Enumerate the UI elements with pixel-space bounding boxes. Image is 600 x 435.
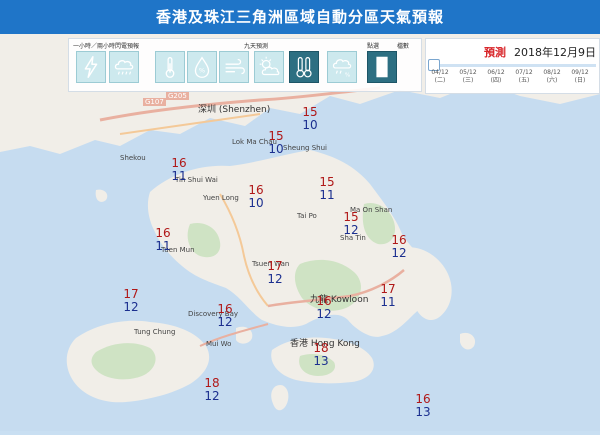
min-temp: 12 bbox=[391, 246, 407, 260]
temp-marker[interactable]: 16 13 bbox=[411, 393, 435, 419]
min-temp: 10 bbox=[268, 142, 284, 156]
date-tick[interactable]: 08/12 (六) bbox=[538, 69, 566, 85]
sun-cloud-icon bbox=[259, 56, 280, 76]
date-tick[interactable]: 05/12 (三) bbox=[454, 69, 482, 85]
place-label-yuen-long: Yuen Long bbox=[203, 194, 239, 202]
temp-marker[interactable]: 15 10 bbox=[298, 106, 322, 132]
min-temp: 11 bbox=[171, 169, 187, 183]
temp-marker[interactable]: 18 12 bbox=[200, 377, 224, 403]
date-slider-track[interactable] bbox=[430, 64, 596, 67]
humidity-icon: % bbox=[194, 56, 210, 78]
date-tick[interactable]: 09/12 (日) bbox=[566, 69, 594, 85]
min-temp: 13 bbox=[415, 405, 431, 419]
temp-marker[interactable]: 15 10 bbox=[264, 130, 288, 156]
thermometer-icon bbox=[165, 57, 175, 78]
place-label-mui-wo: Mui Wo bbox=[206, 340, 232, 348]
rain-probability-icon: % bbox=[332, 59, 352, 78]
rain-probability-button[interactable]: % bbox=[327, 51, 357, 83]
place-label-sheung-shui: Sheung Shui bbox=[283, 144, 327, 152]
date-tick[interactable]: 07/12 (五) bbox=[510, 69, 538, 85]
min-temp: 12 bbox=[123, 300, 139, 314]
min-temp: 12 bbox=[204, 389, 220, 403]
min-temp: 12 bbox=[217, 315, 233, 329]
temperature-button[interactable] bbox=[155, 51, 185, 83]
temp-marker[interactable]: 16 11 bbox=[151, 227, 175, 253]
wind-button[interactable] bbox=[219, 51, 249, 83]
toolbar-group-label-lightning: 一小時／兩小時閃電預報 bbox=[73, 43, 140, 50]
select-panel-button[interactable] bbox=[367, 51, 397, 83]
min-temp: 11 bbox=[155, 239, 171, 253]
svg-text:%: % bbox=[345, 72, 350, 78]
min-temp: 12 bbox=[316, 307, 332, 321]
white-panel-icon bbox=[376, 56, 388, 78]
place-label-tai-po: Tai Po bbox=[297, 212, 317, 220]
forecast-date: 2018年12月9日 bbox=[514, 46, 596, 59]
temp-marker[interactable]: 18 13 bbox=[309, 342, 333, 368]
forecast-label: 預測 bbox=[484, 46, 506, 59]
svg-text:%: % bbox=[199, 67, 205, 75]
toolbar-group-label-select: 點選 bbox=[367, 43, 380, 50]
temp-marker[interactable]: 15 11 bbox=[315, 176, 339, 202]
temp-marker[interactable]: 16 10 bbox=[244, 184, 268, 210]
temp-marker[interactable]: 16 12 bbox=[312, 295, 336, 321]
temp-marker[interactable]: 17 11 bbox=[376, 283, 400, 309]
date-tick[interactable]: 06/12 (四) bbox=[482, 69, 510, 85]
forecast-toolbar: 一小時／兩小時閃電預報 九天預測 點選 檔數 % % bbox=[68, 38, 422, 92]
temp-marker[interactable]: 15 12 bbox=[339, 211, 363, 237]
weather-button[interactable] bbox=[254, 51, 284, 83]
place-label-tung-chung: Tung Chung bbox=[134, 328, 176, 336]
page-title: 香港及珠江三角洲區域自動分區天氣預報 bbox=[0, 0, 600, 34]
min-temp: 11 bbox=[380, 295, 396, 309]
rain-cloud-icon bbox=[114, 60, 134, 75]
temp-marker[interactable]: 17 12 bbox=[119, 288, 143, 314]
wind-icon bbox=[225, 58, 245, 75]
toolbar-group-label-nine-day: 九天預測 bbox=[244, 43, 269, 50]
temperature-range-button[interactable] bbox=[289, 51, 319, 83]
temp-marker[interactable]: 16 12 bbox=[213, 303, 237, 329]
min-temp: 10 bbox=[302, 118, 318, 132]
place-label-shenzhen: 深圳 (Shenzhen) bbox=[198, 105, 271, 115]
min-temp: 12 bbox=[267, 272, 283, 286]
lightning-button[interactable] bbox=[76, 51, 106, 83]
road-label-g205: G205 bbox=[166, 92, 189, 100]
min-temp: 11 bbox=[319, 188, 335, 202]
temp-marker[interactable]: 16 12 bbox=[387, 234, 411, 260]
min-temp: 10 bbox=[248, 196, 264, 210]
lightning-icon bbox=[84, 55, 98, 79]
temperature-range-icon bbox=[296, 57, 312, 78]
rain-button[interactable] bbox=[109, 51, 139, 83]
road-label-g107: G107 bbox=[143, 98, 166, 106]
min-temp: 13 bbox=[313, 354, 329, 368]
forecast-date-panel: 預測 2018年12月9日 04/12 (二) 05/12 (三) 06/12 (四)… bbox=[425, 38, 600, 94]
place-label-shekou: Shekou bbox=[120, 154, 146, 162]
min-temp: 12 bbox=[343, 223, 359, 237]
temp-marker[interactable]: 16 11 bbox=[167, 157, 191, 183]
toolbar-group-label-count: 檔數 bbox=[397, 43, 410, 50]
date-tick[interactable]: 04/12 (二) bbox=[426, 69, 454, 85]
humidity-button[interactable]: % bbox=[187, 51, 217, 83]
temp-marker[interactable]: 17 12 bbox=[263, 260, 287, 286]
